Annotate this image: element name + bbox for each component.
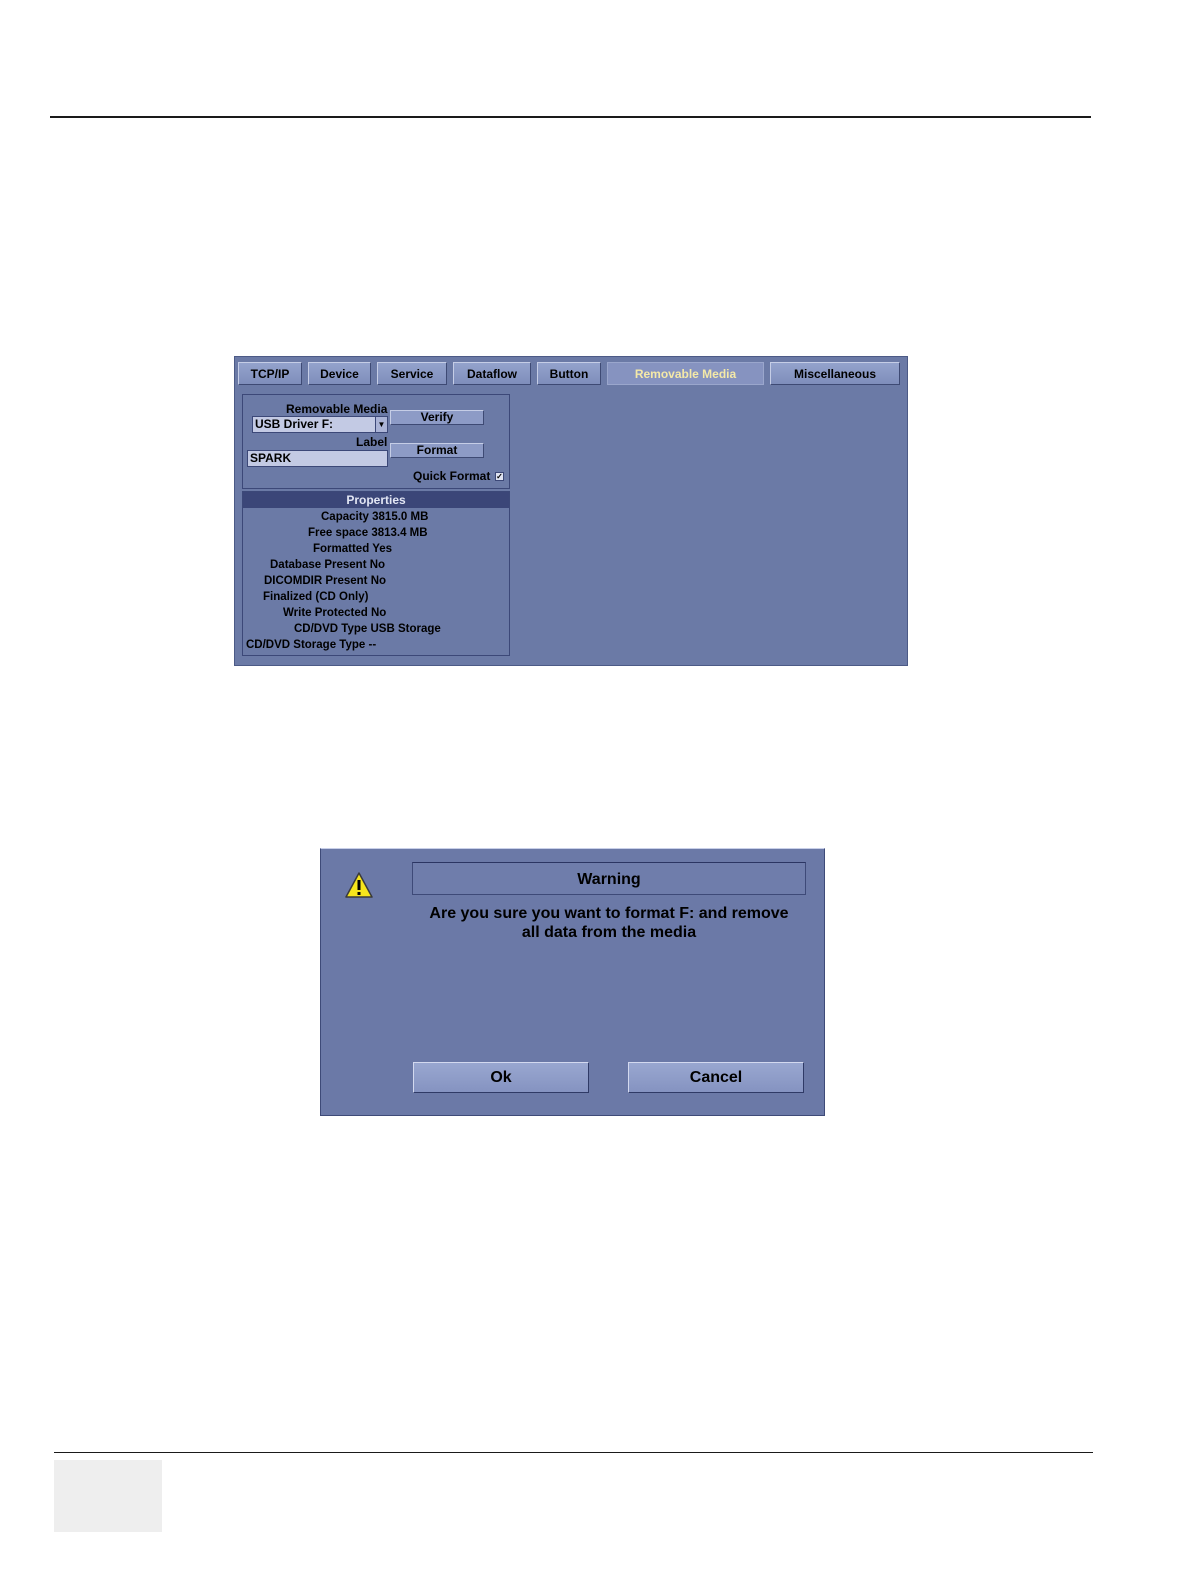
verify-button[interactable]: Verify [390,410,484,425]
property-label: Write Protected [283,607,368,619]
property-value: No [370,575,387,587]
label-input[interactable]: SPARK [247,450,388,467]
properties-panel: Properties Capacity 3815.0 MB Free space… [242,491,510,656]
property-value: No [370,607,387,619]
property-value: 3813.4 MB [371,527,428,539]
warning-triangle-icon [345,872,373,898]
property-label: CD/DVD Storage Type [246,639,366,651]
property-value: -- [368,639,377,651]
dialog-title: Warning [412,862,806,895]
warning-dialog: Warning Are you sure you want to format … [320,848,825,1116]
removable-media-value: USB Driver F: [255,417,334,431]
cancel-button[interactable]: Cancel [628,1062,804,1093]
tab-device[interactable]: Device [308,362,371,385]
property-label: Database Present [270,559,367,571]
property-value: Yes [372,543,393,555]
property-value: USB Storage [370,623,441,635]
ok-button[interactable]: Ok [413,1062,589,1093]
property-label: Capacity [321,511,369,523]
properties-header: Properties [243,492,509,508]
property-label: DICOMDIR Present [264,575,368,587]
property-row: Finalized (CD Only) [263,591,368,603]
tab-dataflow[interactable]: Dataflow [453,362,531,385]
property-value: 3815.0 MB [372,511,429,523]
property-label: Formatted [313,543,370,555]
property-row: CD/DVD Type USB Storage [294,623,441,635]
property-row: Database Present No [270,559,385,571]
footer-block [54,1460,162,1532]
chevron-down-icon[interactable]: ▼ [375,417,387,432]
property-row: Capacity 3815.0 MB [321,511,428,523]
property-label: Free space [308,527,369,539]
label-caption: Label [356,435,388,449]
property-row: DICOMDIR Present No [264,575,386,587]
removable-media-label: Removable Media [286,402,388,416]
dialog-message: Are you sure you want to format F: and r… [412,904,806,942]
property-row: Write Protected No [283,607,386,619]
removable-media-screen: TCP/IP Device Service Dataflow Button Re… [234,356,908,666]
property-row: Formatted Yes [313,543,392,555]
property-row: Free space 3813.4 MB [308,527,428,539]
property-value: No [369,559,386,571]
quick-format-label: Quick Format [413,469,491,483]
page-bottom-rule [54,1452,1093,1453]
tab-tcpip[interactable]: TCP/IP [238,362,302,385]
dialog-message-line: Are you sure you want to format F: and r… [429,905,789,922]
quick-format-checkbox[interactable]: ✓ [495,472,504,481]
tab-button[interactable]: Button [537,362,601,385]
tab-miscellaneous[interactable]: Miscellaneous [770,362,900,385]
check-icon: ✓ [496,472,503,481]
page-top-rule [50,116,1091,118]
dialog-message-line: all data from the media [521,924,697,941]
format-button[interactable]: Format [390,443,484,458]
property-label: CD/DVD Type [294,623,368,635]
tab-removable-media[interactable]: Removable Media [607,362,764,385]
media-group: Removable Media USB Driver F: ▼ Verify L… [242,394,510,489]
removable-media-select[interactable]: USB Driver F: ▼ [252,416,388,433]
property-label: Finalized (CD Only) [263,591,369,603]
tab-service[interactable]: Service [377,362,447,385]
property-row: CD/DVD Storage Type -- [246,639,376,651]
